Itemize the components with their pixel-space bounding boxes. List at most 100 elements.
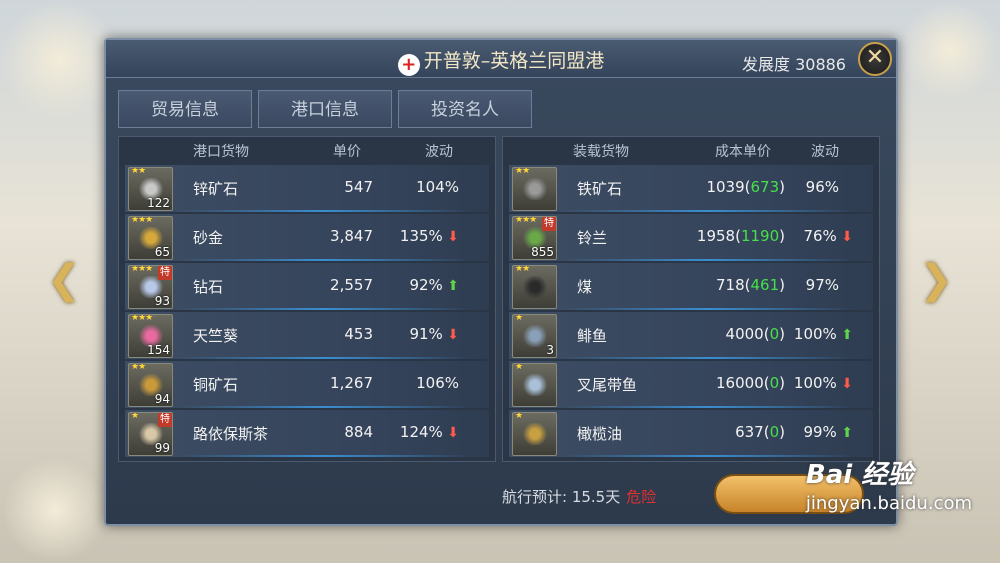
col-header-cost: 成本单价	[715, 144, 771, 160]
item-quantity: 99	[154, 441, 170, 455]
goods-icon[interactable]: ★★★ 特 93	[128, 265, 173, 309]
item-quantity: 65	[154, 245, 170, 259]
watermark-url: jingyan.baidu.com	[805, 493, 972, 514]
item-quantity: 3	[546, 343, 554, 357]
development-label: 发展度 30886	[742, 55, 846, 74]
cargo-goods-list: 装载货物 成本单价 波动 ★★ 铁矿石 1039(673) 96% ★★★ 特 855 铃兰 1…	[502, 136, 880, 462]
arrow-down-icon: ⬇	[836, 376, 853, 392]
background-glow	[0, 0, 120, 120]
goods-icon[interactable]: ★ 特 99	[128, 412, 173, 456]
change-value: 96%	[805, 178, 839, 196]
goods-change: 96%	[806, 178, 839, 196]
change-value: 135%	[399, 227, 443, 245]
change-value: 92%	[409, 276, 443, 294]
tab-port-info[interactable]: 港口信息	[258, 90, 392, 128]
goods-row[interactable]: ★ 橄榄油 637(0) 99% ⬆	[509, 410, 873, 457]
baidu-watermark: Bai 经验 jingyan.baidu.com	[806, 454, 972, 514]
cost-value: 1958	[696, 227, 736, 245]
goods-row[interactable]: ★★ 94 铜矿石 1,267 106%	[125, 361, 489, 408]
goods-icon[interactable]: ★★★ 154	[128, 314, 173, 358]
profit-value: 0	[769, 374, 780, 392]
goods-row[interactable]: ★★ 煤 718(461) 97%	[509, 263, 873, 310]
goods-icon[interactable]: ★★	[512, 167, 557, 211]
previous-port-arrow[interactable]: ❮	[42, 258, 86, 302]
goods-item-icon	[523, 178, 547, 200]
profit-value: 1190	[740, 227, 780, 245]
cost-value: 1039	[706, 178, 745, 196]
close-button[interactable]: ✕	[858, 42, 892, 76]
goods-change: 92% ⬆	[409, 276, 459, 294]
goods-name: 砂金	[193, 229, 224, 247]
profit-value: 673	[750, 178, 780, 196]
goods-change: 100% ⬇	[794, 374, 853, 392]
item-quantity: 94	[154, 392, 170, 406]
arrow-down-icon: ⬇	[442, 327, 459, 343]
goods-change: 76% ⬇	[803, 227, 853, 245]
goods-row[interactable]: ★★ 122 锌矿石 547 104%	[125, 165, 489, 212]
change-value: 76%	[803, 227, 837, 245]
goods-icon[interactable]: ★★★ 65	[128, 216, 173, 260]
goods-icon[interactable]: ★	[512, 412, 557, 456]
arrow-up-icon: ⬆	[836, 327, 853, 343]
goods-icon[interactable]: ★★	[512, 265, 557, 309]
watermark-logo: Bai 经验	[805, 460, 914, 490]
goods-name: 叉尾带鱼	[577, 376, 638, 394]
goods-row[interactable]: ★★★ 特 93 钻石 2,557 92% ⬆	[125, 263, 489, 310]
change-value: 124%	[399, 423, 443, 441]
goods-change: 100% ⬆	[794, 325, 853, 343]
tab-label: 港口信息	[291, 100, 359, 120]
goods-name: 煤	[577, 278, 593, 296]
profit-value: 461	[750, 276, 780, 294]
profit-value: 0	[769, 325, 780, 343]
goods-icon[interactable]: ★	[512, 363, 557, 407]
goods-price: 3,847	[330, 227, 373, 245]
goods-name: 钻石	[193, 278, 224, 296]
col-header-change: 波动	[425, 144, 453, 160]
change-value: 104%	[416, 178, 459, 196]
goods-price: 2,557	[330, 276, 373, 294]
change-value: 106%	[416, 374, 459, 392]
goods-price: 884	[344, 423, 373, 441]
goods-price: 1,267	[330, 374, 373, 392]
goods-icon[interactable]: ★★★ 特 855	[512, 216, 557, 260]
goods-cost: 4000(0)	[725, 325, 785, 343]
tab-trade-info[interactable]: 贸易信息	[118, 90, 252, 128]
goods-name: 铁矿石	[577, 180, 623, 198]
goods-row[interactable]: ★ 特 99 路依保斯茶 884 124% ⬇	[125, 410, 489, 457]
goods-row[interactable]: ★ 3 鲱鱼 4000(0) 100% ⬆	[509, 312, 873, 359]
goods-cost: 718(461)	[716, 276, 785, 294]
voyage-label: 航行预计: 15.5天	[502, 488, 621, 506]
special-badge: 特	[158, 413, 172, 427]
goods-icon[interactable]: ★★ 122	[128, 167, 173, 211]
arrow-down-icon: ⬇	[442, 229, 459, 245]
goods-item-icon	[523, 325, 547, 347]
goods-price: 453	[344, 325, 373, 343]
change-value: 100%	[793, 374, 837, 392]
special-badge: 特	[158, 266, 172, 280]
item-quantity: 855	[531, 245, 554, 259]
goods-icon[interactable]: ★ 3	[512, 314, 557, 358]
goods-row[interactable]: ★ 叉尾带鱼 16000(0) 100% ⬇	[509, 361, 873, 408]
tab-invest-celebrity[interactable]: 投资名人	[398, 90, 532, 128]
goods-icon[interactable]: ★★ 94	[128, 363, 173, 407]
goods-change: 135% ⬇	[400, 227, 459, 245]
port-goods-list: 港口货物 单价 波动 ★★ 122 锌矿石 547 104% ★★★ 65 砂金 3,847 13…	[118, 136, 496, 462]
goods-row[interactable]: ★★ 铁矿石 1039(673) 96%	[509, 165, 873, 212]
rarity-stars-icon: ★★	[131, 363, 146, 372]
goods-name: 铜矿石	[193, 376, 239, 394]
goods-change: 97%	[806, 276, 839, 294]
goods-row[interactable]: ★★★ 154 天竺葵 453 91% ⬇	[125, 312, 489, 359]
background-glow	[0, 460, 110, 560]
goods-row[interactable]: ★★★ 特 855 铃兰 1958(1190) 76% ⬇	[509, 214, 873, 261]
arrow-up-icon: ⬆	[836, 425, 853, 441]
item-quantity: 122	[147, 196, 170, 210]
cost-value: 637	[735, 423, 764, 441]
goods-row[interactable]: ★★★ 65 砂金 3,847 135% ⬇	[125, 214, 489, 261]
rarity-stars-icon: ★★★	[131, 314, 153, 323]
special-badge: 特	[542, 217, 556, 231]
goods-price: 547	[344, 178, 373, 196]
goods-cost: 1958(1190)	[696, 227, 785, 245]
danger-label: 危险	[626, 488, 657, 506]
arrow-down-icon: ⬇	[442, 425, 459, 441]
next-port-arrow[interactable]: ❯	[914, 258, 958, 302]
